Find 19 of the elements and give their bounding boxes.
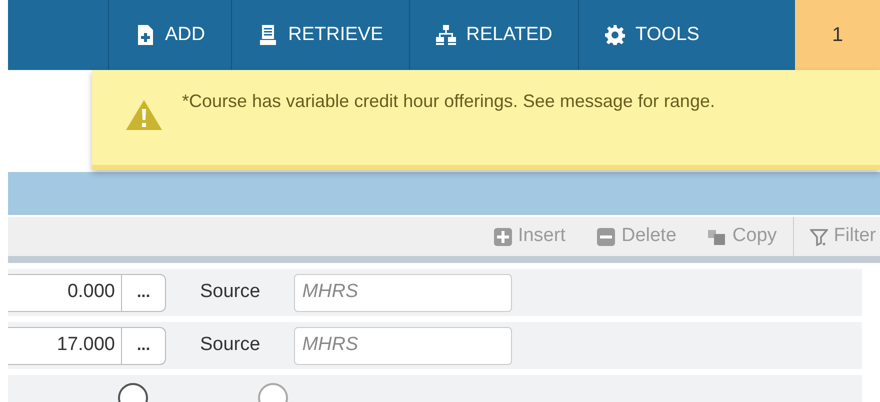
notification-message: *Course has variable credit hour offerings. See message for range. [182,90,716,113]
gear-icon [605,25,626,45]
copy-icon [708,228,726,246]
plus-square-icon [494,228,512,246]
lookup-button[interactable]: ... [122,274,166,312]
lookup-button[interactable]: ... [122,326,166,364]
source-field[interactable]: MHRS [294,274,512,312]
number-field[interactable]: 17.000 [8,326,122,364]
sitemap-icon [436,25,456,45]
source-label: Source [200,280,260,304]
warning-icon [126,100,162,130]
source-label: Source [200,333,260,358]
number-field[interactable]: 0.000 [8,274,122,312]
document-icon [258,25,278,45]
filter-icon [810,228,828,246]
notification-count-button[interactable]: 1 [795,0,880,70]
minus-square-icon [597,228,616,246]
add-document-icon [135,25,155,45]
source-field[interactable]: MHRS [294,326,512,364]
